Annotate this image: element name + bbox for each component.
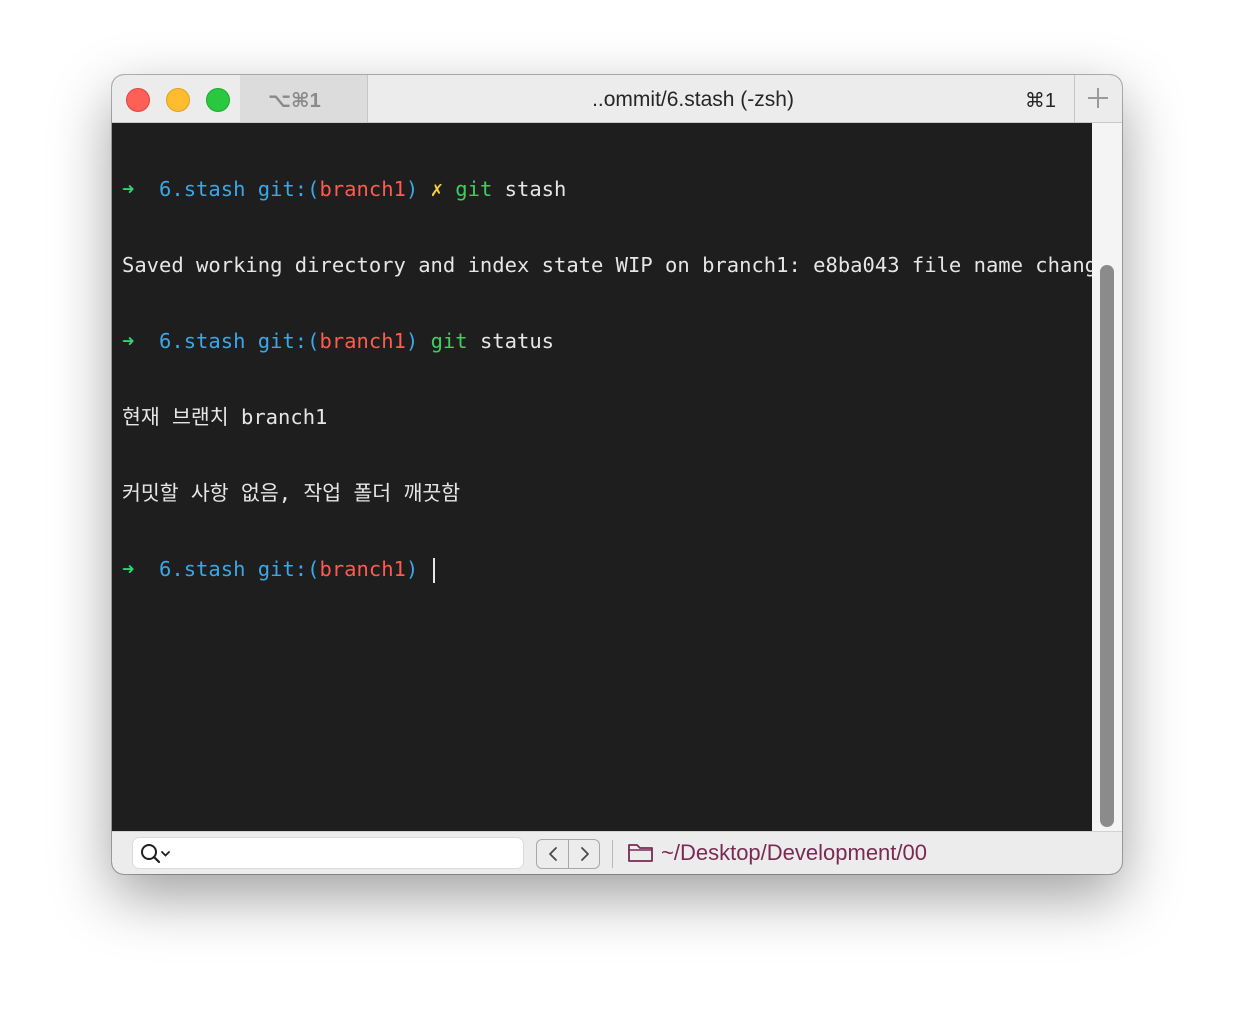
search-field[interactable] — [133, 838, 523, 868]
prompt-dir: 6.stash — [159, 557, 246, 581]
prompt-paren-close: ) — [405, 329, 419, 353]
terminal-line: 현재 브랜치 branch1 — [122, 405, 328, 429]
command-name: git — [455, 177, 493, 201]
terminal-line: 커밋할 사항 없음, 작업 폴더 깨끗함 — [122, 481, 461, 505]
prompt-paren-close: ) — [405, 177, 419, 201]
plus-icon — [1088, 88, 1108, 108]
new-tab-button[interactable] — [1074, 75, 1122, 122]
chevron-left-icon — [549, 847, 557, 861]
tab-shortcut: ⌘1 — [1024, 90, 1056, 112]
terminal-line: Saved working directory and index state … — [122, 253, 1110, 277]
terminal-line: ➜ 6.stash git:(branch1) — [122, 555, 1092, 583]
terminal-line: ➜ 6.stash git:(branch1) ✗ git stash — [122, 175, 1092, 203]
prompt-git-label: git: — [257, 329, 308, 353]
chevron-right-icon — [581, 847, 589, 861]
prompt-paren-open: ( — [307, 557, 320, 581]
prompt-git-label: git: — [257, 177, 308, 201]
prompt-dir: 6.stash — [159, 329, 246, 353]
terminal-line: ➜ 6.stash git:(branch1) git status — [122, 327, 1092, 355]
bar-divider — [612, 840, 613, 868]
prompt-paren-open: ( — [307, 177, 320, 201]
terminal-window: ⌥⌘1 ..ommit/6.stash (-zsh) ⌘1 ➜ 6.stash … — [112, 75, 1122, 874]
prompt-arrow: ➜ — [122, 329, 135, 353]
terminal-output[interactable]: ➜ 6.stash git:(branch1) ✗ git stash Save… — [112, 123, 1110, 831]
previous-button[interactable] — [537, 840, 569, 868]
command-args: status — [479, 329, 555, 353]
current-directory-path[interactable]: ~/Desktop/Development/00 — [661, 840, 927, 866]
title-bar: ⌥⌘1 ..ommit/6.stash (-zsh) ⌘1 — [112, 75, 1122, 123]
tab-inactive-shortcut: ⌥⌘1 — [268, 90, 321, 112]
prompt-arrow: ➜ — [122, 557, 135, 581]
history-nav — [536, 839, 600, 869]
tab-active[interactable]: ..ommit/6.stash (-zsh) ⌘1 — [368, 75, 1074, 122]
prompt-branch: branch1 — [319, 557, 406, 581]
prompt-dirty-marker: ✗ — [430, 177, 443, 201]
command-args: stash — [504, 177, 567, 201]
prompt-dir: 6.stash — [159, 177, 246, 201]
tab-title: ..ommit/6.stash (-zsh) — [592, 88, 794, 111]
prompt-branch: branch1 — [319, 177, 406, 201]
prompt-branch: branch1 — [319, 329, 406, 353]
search-input[interactable] — [177, 842, 511, 866]
prompt-git-label: git: — [257, 557, 308, 581]
zoom-button[interactable] — [206, 88, 230, 112]
minimize-button[interactable] — [166, 88, 190, 112]
prompt-paren-close: ) — [405, 557, 419, 581]
folder-icon — [628, 844, 653, 862]
prompt-arrow: ➜ — [122, 177, 135, 201]
scrollbar-thumb[interactable] — [1100, 265, 1114, 827]
prompt-paren-open: ( — [307, 329, 320, 353]
search-icon[interactable] — [140, 843, 174, 865]
bottom-bar: ~/Desktop/Development/00 — [112, 831, 1122, 874]
command-name: git — [430, 329, 468, 353]
text-cursor — [432, 557, 435, 583]
next-button[interactable] — [569, 840, 600, 868]
tab-inactive[interactable]: ⌥⌘1 — [240, 75, 368, 122]
close-button[interactable] — [126, 88, 150, 112]
